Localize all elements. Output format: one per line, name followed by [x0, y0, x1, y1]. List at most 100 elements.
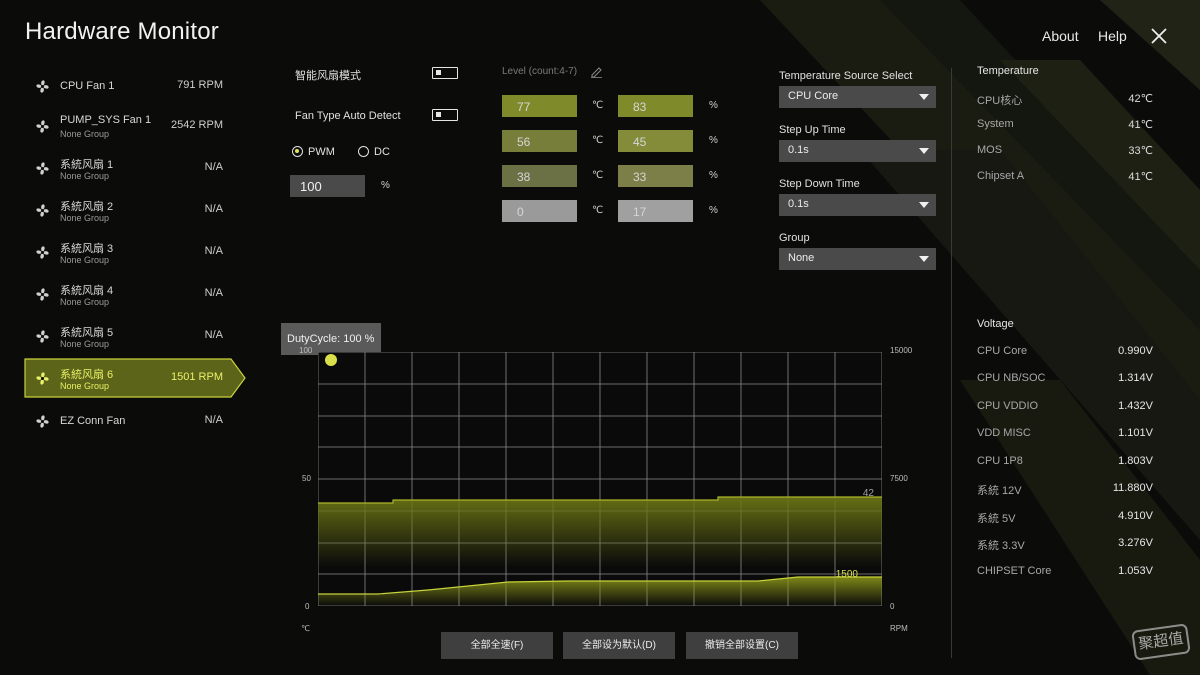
rpm-readout: 1500 [836, 569, 859, 580]
voltage-label: 系統 3.3V [977, 540, 1025, 552]
group-label: Group [779, 232, 810, 244]
help-link[interactable]: Help [1098, 28, 1127, 44]
fan-speed: N/A [204, 245, 223, 257]
level-temp-unit: ℃ [592, 135, 604, 146]
fan-name: 系統风扇 2 [60, 201, 114, 213]
dc-label: DC [374, 146, 390, 158]
app-title: Hardware Monitor [25, 18, 219, 45]
about-link[interactable]: About [1042, 28, 1079, 44]
left-axis-tick-mid: 50 [302, 474, 311, 483]
fan-type-auto-detect-toggle[interactable] [432, 109, 458, 121]
all-full-speed-button[interactable]: 全部全速(F) [441, 632, 553, 659]
fan-speed: 1501 RPM [171, 371, 223, 383]
voltage-value: 11.880V [1112, 482, 1153, 494]
group-value: None [788, 252, 815, 264]
dc-radio[interactable] [358, 146, 369, 157]
fan-list-item[interactable]: 系統风扇 6 None Group 1501 RPM [25, 359, 245, 397]
fan-curve-chart[interactable]: 42 1500 [318, 352, 882, 606]
fan-speed: N/A [204, 329, 223, 341]
level-percent-unit: % [709, 205, 718, 216]
temperature-label: MOS [977, 144, 1003, 156]
right-axis-unit: RPM [890, 624, 908, 633]
toggle-knob [436, 70, 441, 75]
level-temp-unit: ℃ [592, 205, 604, 216]
temperature-value: 41℃ [1128, 119, 1153, 131]
fan-group: None Group [60, 339, 110, 349]
level-temp-input[interactable]: 77 [502, 95, 577, 117]
fan-list-item[interactable]: EZ Conn Fan N/A [25, 402, 245, 440]
voltage-label: CPU Core [977, 345, 1028, 357]
group-select[interactable]: None [779, 248, 936, 270]
voltage-value: 1.101V [1118, 427, 1153, 439]
fan-icon [36, 372, 49, 385]
voltage-section-title: Voltage [977, 318, 1014, 330]
level-temp-input[interactable]: 56 [502, 130, 577, 152]
fan-list-item[interactable]: PUMP_SYS Fan 1 None Group 2542 RPM [25, 107, 245, 145]
fan-group: None Group [60, 255, 110, 265]
fan-name: EZ Conn Fan [60, 415, 126, 427]
fan-list-item[interactable]: 系統风扇 3 None Group N/A [25, 233, 245, 271]
fan-group: None Group [60, 213, 110, 223]
temperature-value: 33℃ [1128, 145, 1153, 157]
level-temp-input[interactable]: 38 [502, 165, 577, 187]
fan-icon [36, 288, 49, 301]
step-down-time-value: 0.1s [788, 198, 809, 210]
level-temp-unit: ℃ [592, 100, 604, 111]
fan-list-item[interactable]: 系統风扇 4 None Group N/A [25, 275, 245, 313]
fan-list-item[interactable]: 系統风扇 1 None Group N/A [25, 149, 245, 187]
close-icon[interactable] [1150, 27, 1168, 45]
pwm-radio[interactable] [292, 146, 303, 157]
fan-icon [36, 120, 49, 133]
caret-down-icon [919, 94, 929, 100]
fan-speed: N/A [204, 287, 223, 299]
temperature-source-label: Temperature Source Select [779, 70, 913, 82]
all-default-button[interactable]: 全部设为默认(D) [563, 632, 675, 659]
step-down-time-select[interactable]: 0.1s [779, 194, 936, 216]
fan-list-item[interactable]: CPU Fan 1 791 RPM [25, 67, 245, 105]
voltage-label: 系統 5V [977, 513, 1016, 525]
revert-all-button[interactable]: 撤销全部设置(C) [686, 632, 798, 659]
fan-list-item[interactable]: 系統风扇 5 None Group N/A [25, 317, 245, 355]
step-down-time-label: Step Down Time [779, 178, 860, 190]
fan-group: None Group [60, 297, 110, 307]
right-axis-tick-bottom: 0 [890, 602, 895, 611]
level-temp-input[interactable]: 0 [502, 200, 577, 222]
level-percent-input[interactable]: 83 [618, 95, 693, 117]
edit-pencil-icon[interactable] [590, 65, 603, 78]
temperature-label: System [977, 118, 1014, 130]
step-up-time-select[interactable]: 0.1s [779, 140, 936, 162]
duty-cycle-input[interactable]: 100 [290, 175, 365, 197]
fan-type-auto-detect-label: Fan Type Auto Detect [295, 110, 401, 122]
voltage-value: 4.910V [1118, 510, 1153, 522]
curve-point-handle[interactable] [325, 354, 337, 366]
temperature-source-select[interactable]: CPU Core [779, 86, 936, 108]
level-percent-unit: % [709, 100, 718, 111]
fan-group: None Group [60, 129, 110, 139]
fan-list-item[interactable]: 系統风扇 2 None Group N/A [25, 191, 245, 229]
left-axis-tick-top: 100 [299, 346, 313, 355]
left-axis-unit: ℃ [301, 624, 310, 633]
fan-speed: N/A [204, 203, 223, 215]
level-percent-unit: % [709, 135, 718, 146]
fan-speed: 791 RPM [177, 79, 223, 91]
pwm-label: PWM [308, 146, 335, 158]
fan-speed: N/A [204, 161, 223, 173]
duty-cycle-unit: % [381, 180, 390, 191]
right-axis-tick-top: 15000 [890, 346, 913, 355]
smart-fan-mode-toggle[interactable] [432, 67, 458, 79]
level-percent-input[interactable]: 33 [618, 165, 693, 187]
level-percent-input[interactable]: 45 [618, 130, 693, 152]
voltage-value: 1.803V [1118, 455, 1153, 467]
temperature-history-area [318, 497, 882, 567]
voltage-value: 1.314V [1118, 372, 1153, 384]
right-axis-tick-mid: 7500 [890, 474, 908, 483]
temperature-label: Chipset A [977, 170, 1025, 182]
temperature-value: 41℃ [1128, 171, 1153, 183]
level-percent-input[interactable]: 17 [618, 200, 693, 222]
level-percent-unit: % [709, 170, 718, 181]
fan-icon [36, 330, 49, 343]
voltage-label: CPU 1P8 [977, 455, 1023, 467]
voltage-value: 1.432V [1118, 400, 1153, 412]
fan-name: PUMP_SYS Fan 1 [60, 114, 152, 126]
voltage-value: 1.053V [1118, 565, 1153, 577]
